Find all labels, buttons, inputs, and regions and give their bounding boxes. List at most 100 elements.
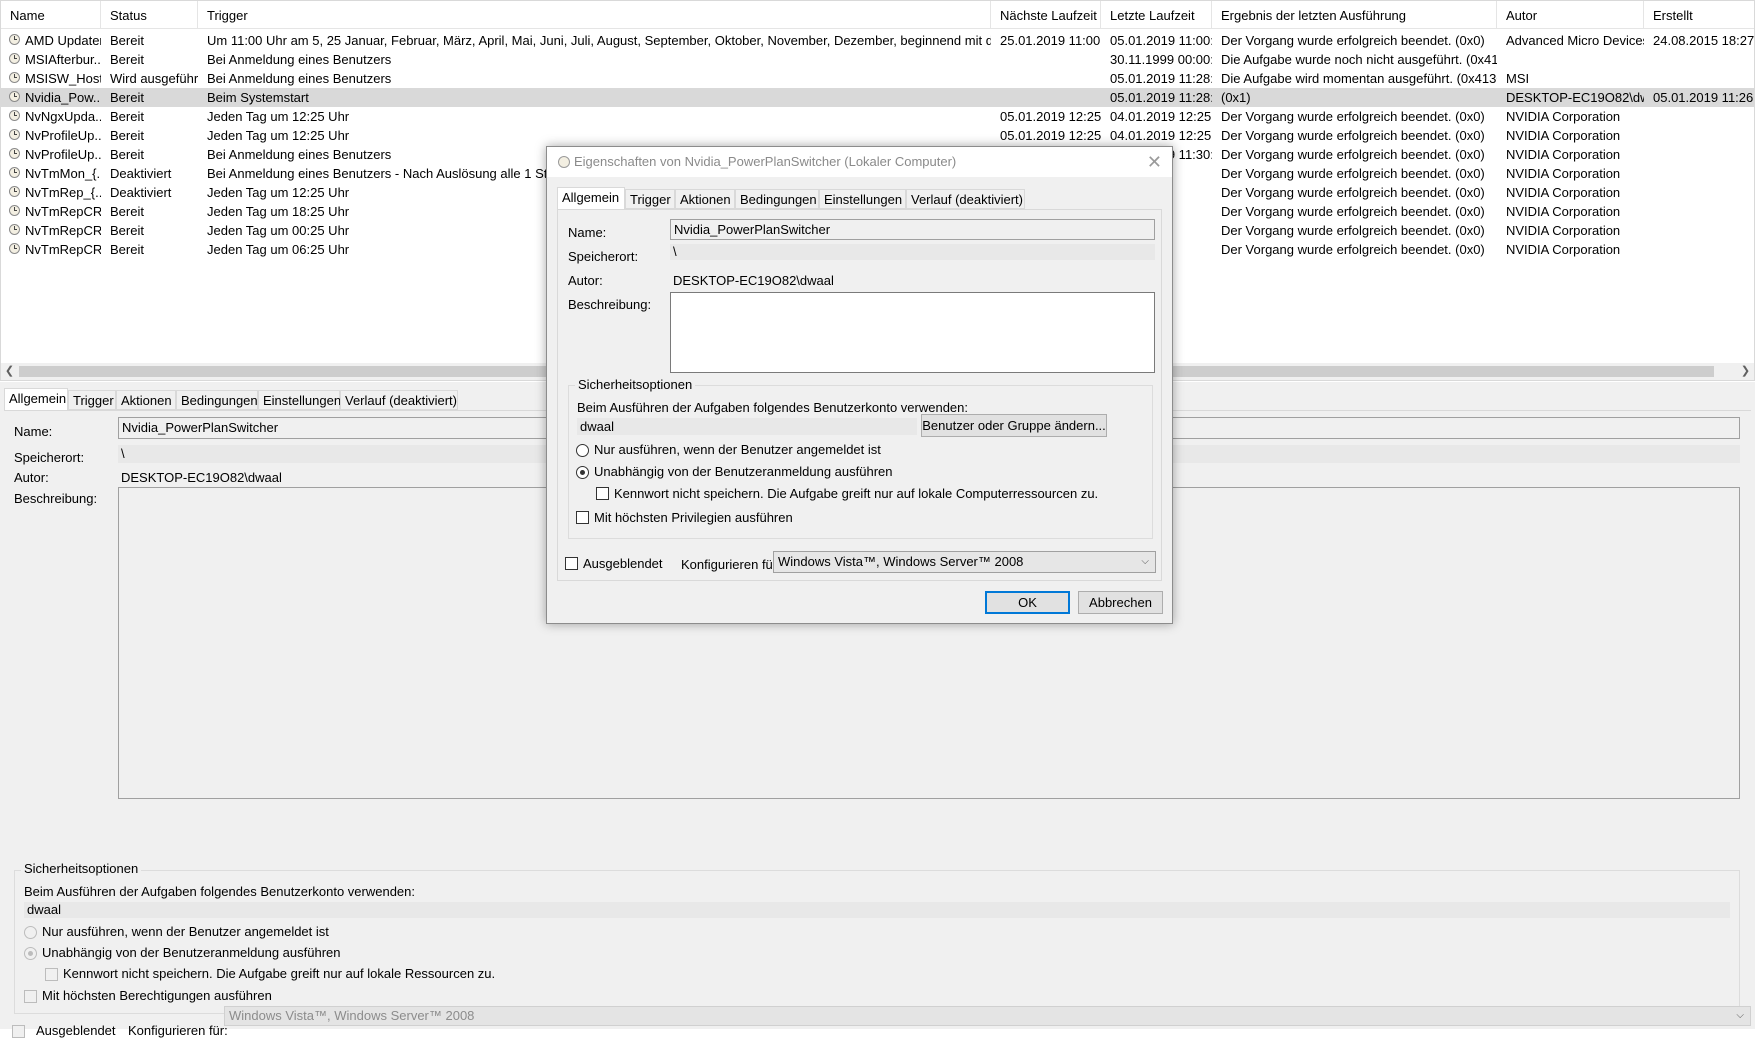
dialog-titlebar[interactable]: Eigenschaften von Nvidia_PowerPlanSwitch… (547, 147, 1172, 177)
task-author (1497, 50, 1644, 69)
task-name: NvTmRepCR... (25, 223, 101, 238)
dialog-description-field[interactable] (670, 292, 1155, 373)
column-header: Name Status Trigger Nächste Laufzeit Let… (1, 1, 1754, 29)
task-row[interactable]: Nvidia_Pow... Bereit Beim Systemstart 05.01… (1, 88, 1754, 107)
column-next-run[interactable]: Nächste Laufzeit (991, 1, 1101, 28)
column-created[interactable]: Erstellt (1644, 1, 1754, 28)
task-author: DESKTOP-EC19O82\dwaal (1506, 90, 1644, 105)
task-next-run: 05.01.2019 12:25:44 (1000, 109, 1101, 124)
task-author: NVIDIA Corporation (1506, 185, 1621, 200)
task-author: NVIDIA Corporation (1506, 242, 1621, 257)
name-label: Name: (14, 424, 53, 439)
dialog-account-value: dwaal (577, 418, 917, 435)
ok-button[interactable]: OK (985, 591, 1070, 614)
column-last-run[interactable]: Letzte Laufzeit (1101, 1, 1212, 28)
checkbox-no-password[interactable] (45, 968, 58, 981)
column-last-result[interactable]: Ergebnis der letzten Ausführung (1212, 1, 1497, 28)
change-user-button[interactable]: Benutzer oder Gruppe ändern... (921, 414, 1107, 437)
account-label: Beim Ausführen der Aufgaben folgendes Be… (24, 884, 415, 899)
tab-general[interactable]: Allgemein (4, 388, 68, 411)
cancel-button[interactable]: Abbrechen (1078, 591, 1163, 614)
dialog-tab-actions[interactable]: Aktionen (675, 189, 735, 209)
dialog-tab-settings[interactable]: Einstellungen (819, 189, 906, 209)
task-created: 05.01.2019 11:26 (1653, 90, 1754, 105)
dialog-security-legend: Sicherheitsoptionen (575, 377, 696, 392)
task-created (1644, 240, 1754, 259)
task-last-result: Der Vorgang wurde erfolgreich beendet. (… (1221, 166, 1485, 181)
tab-settings[interactable]: Einstellungen (258, 390, 341, 410)
task-last-result: Die Aufgabe wurde noch nicht ausgeführt.… (1221, 52, 1497, 67)
radio-run-independent[interactable] (24, 947, 37, 960)
task-name: NvProfileUp... (25, 147, 101, 162)
task-created (1644, 221, 1754, 240)
column-author[interactable]: Autor (1497, 1, 1644, 28)
scroll-left-icon[interactable]: ❮ (1, 363, 18, 380)
task-status: Bereit (110, 52, 144, 67)
author-label: Autor: (14, 470, 49, 485)
task-author: NVIDIA Corporation (1506, 109, 1621, 124)
dialog-tab-triggers[interactable]: Trigger (625, 189, 675, 209)
task-row[interactable]: MSIAfterbur... Bereit Bei Anmeldung eines … (1, 50, 1754, 69)
dialog-tab-general[interactable]: Allgemein (557, 187, 625, 210)
task-row[interactable]: NvProfileUp... Bereit Jeden Tag um 12:25 U… (1, 126, 1754, 145)
dialog-name-label: Name: (568, 225, 607, 240)
task-row[interactable]: NvNgxUpda... Bereit Jeden Tag um 12:25 Uhr… (1, 107, 1754, 126)
checkbox-highest-privileges[interactable] (24, 990, 37, 1003)
close-icon[interactable]: ✕ (1147, 149, 1162, 175)
dialog-checkbox-hidden-label: Ausgeblendet (583, 556, 663, 571)
dialog-checkbox-no-password[interactable] (596, 487, 609, 500)
task-created (1644, 202, 1754, 221)
task-last-result: Der Vorgang wurde erfolgreich beendet. (… (1221, 147, 1485, 162)
dialog-tab-conditions[interactable]: Bedingungen (735, 189, 819, 209)
dialog-description-label: Beschreibung: (568, 297, 652, 312)
dialog-configure-label: Konfigurieren für: (681, 557, 781, 572)
task-row[interactable]: AMD Updater Bereit Um 11:00 Uhr am 5, 25 J… (1, 31, 1754, 50)
task-name: NvTmMon_{... (25, 166, 101, 181)
dialog-title: Eigenschaften von Nvidia_PowerPlanSwitch… (574, 154, 957, 169)
tab-actions[interactable]: Aktionen (116, 390, 176, 410)
checkbox-hidden[interactable] (12, 1025, 25, 1038)
task-last-result: Der Vorgang wurde erfolgreich beendet. (… (1221, 204, 1485, 219)
scroll-right-icon[interactable]: ❯ (1737, 363, 1754, 380)
task-next-run: 05.01.2019 12:25:45 (1000, 128, 1101, 143)
tab-conditions[interactable]: Bedingungen (176, 390, 258, 410)
dialog-checkbox-no-password-label: Kennwort nicht speichern. Die Aufgabe gr… (614, 486, 1099, 501)
column-name[interactable]: Name (1, 1, 101, 28)
dialog-radio-run-independent[interactable] (576, 466, 589, 479)
task-status: Bereit (110, 204, 144, 219)
task-name: MSISW_Host (25, 71, 101, 86)
task-next-run: 25.01.2019 11:00:00 (1000, 33, 1101, 48)
dialog-configure-combo-value: Windows Vista™, Windows Server™ 2008 (778, 554, 1024, 569)
dialog-location-value: \ (670, 244, 1155, 260)
task-name: MSIAfterbur... (25, 52, 101, 67)
dialog-checkbox-highest-privileges-label: Mit höchsten Privilegien ausführen (594, 510, 793, 525)
dialog-author-label: Autor: (568, 273, 603, 288)
task-status: Bereit (110, 90, 144, 105)
security-legend: Sicherheitsoptionen (21, 861, 142, 876)
dialog-radio-run-logged-on[interactable] (576, 444, 589, 457)
task-author: NVIDIA Corporation (1506, 204, 1621, 219)
configure-combo[interactable]: Windows Vista™, Windows Server™ 2008 ⌵ (224, 1006, 1751, 1026)
task-author: NVIDIA Corporation (1506, 166, 1621, 181)
task-next-run (991, 88, 1101, 107)
dialog-name-field[interactable]: Nvidia_PowerPlanSwitcher (670, 219, 1155, 240)
radio-run-logged-on[interactable] (24, 926, 37, 939)
radio-run-logged-on-label: Nur ausführen, wenn der Benutzer angemel… (42, 924, 329, 939)
task-status: Deaktiviert (110, 185, 172, 200)
task-last-result: Der Vorgang wurde erfolgreich beendet. (… (1221, 223, 1485, 238)
configure-label: Konfigurieren für: (128, 1023, 228, 1038)
task-status: Wird ausgeführt (110, 71, 198, 86)
column-status[interactable]: Status (101, 1, 198, 28)
tab-history[interactable]: Verlauf (deaktiviert) (340, 390, 458, 410)
dialog-checkbox-hidden[interactable] (565, 557, 578, 570)
dialog-tab-history[interactable]: Verlauf (deaktiviert) (906, 189, 1025, 209)
dialog-checkbox-highest-privileges[interactable] (576, 511, 589, 524)
column-trigger[interactable]: Trigger (198, 1, 991, 28)
task-row[interactable]: MSISW_Host Wird ausgeführt Bei Anmeldung e… (1, 69, 1754, 88)
task-last-run: 05.01.2019 11:28:01 (1110, 71, 1212, 86)
task-created (1644, 183, 1754, 202)
tab-triggers[interactable]: Trigger (68, 390, 116, 410)
task-name: NvTmRepCR... (25, 242, 101, 257)
checkbox-hidden-label: Ausgeblendet (36, 1023, 116, 1038)
dialog-configure-combo[interactable]: Windows Vista™, Windows Server™ 2008 ⌵ (773, 551, 1156, 573)
